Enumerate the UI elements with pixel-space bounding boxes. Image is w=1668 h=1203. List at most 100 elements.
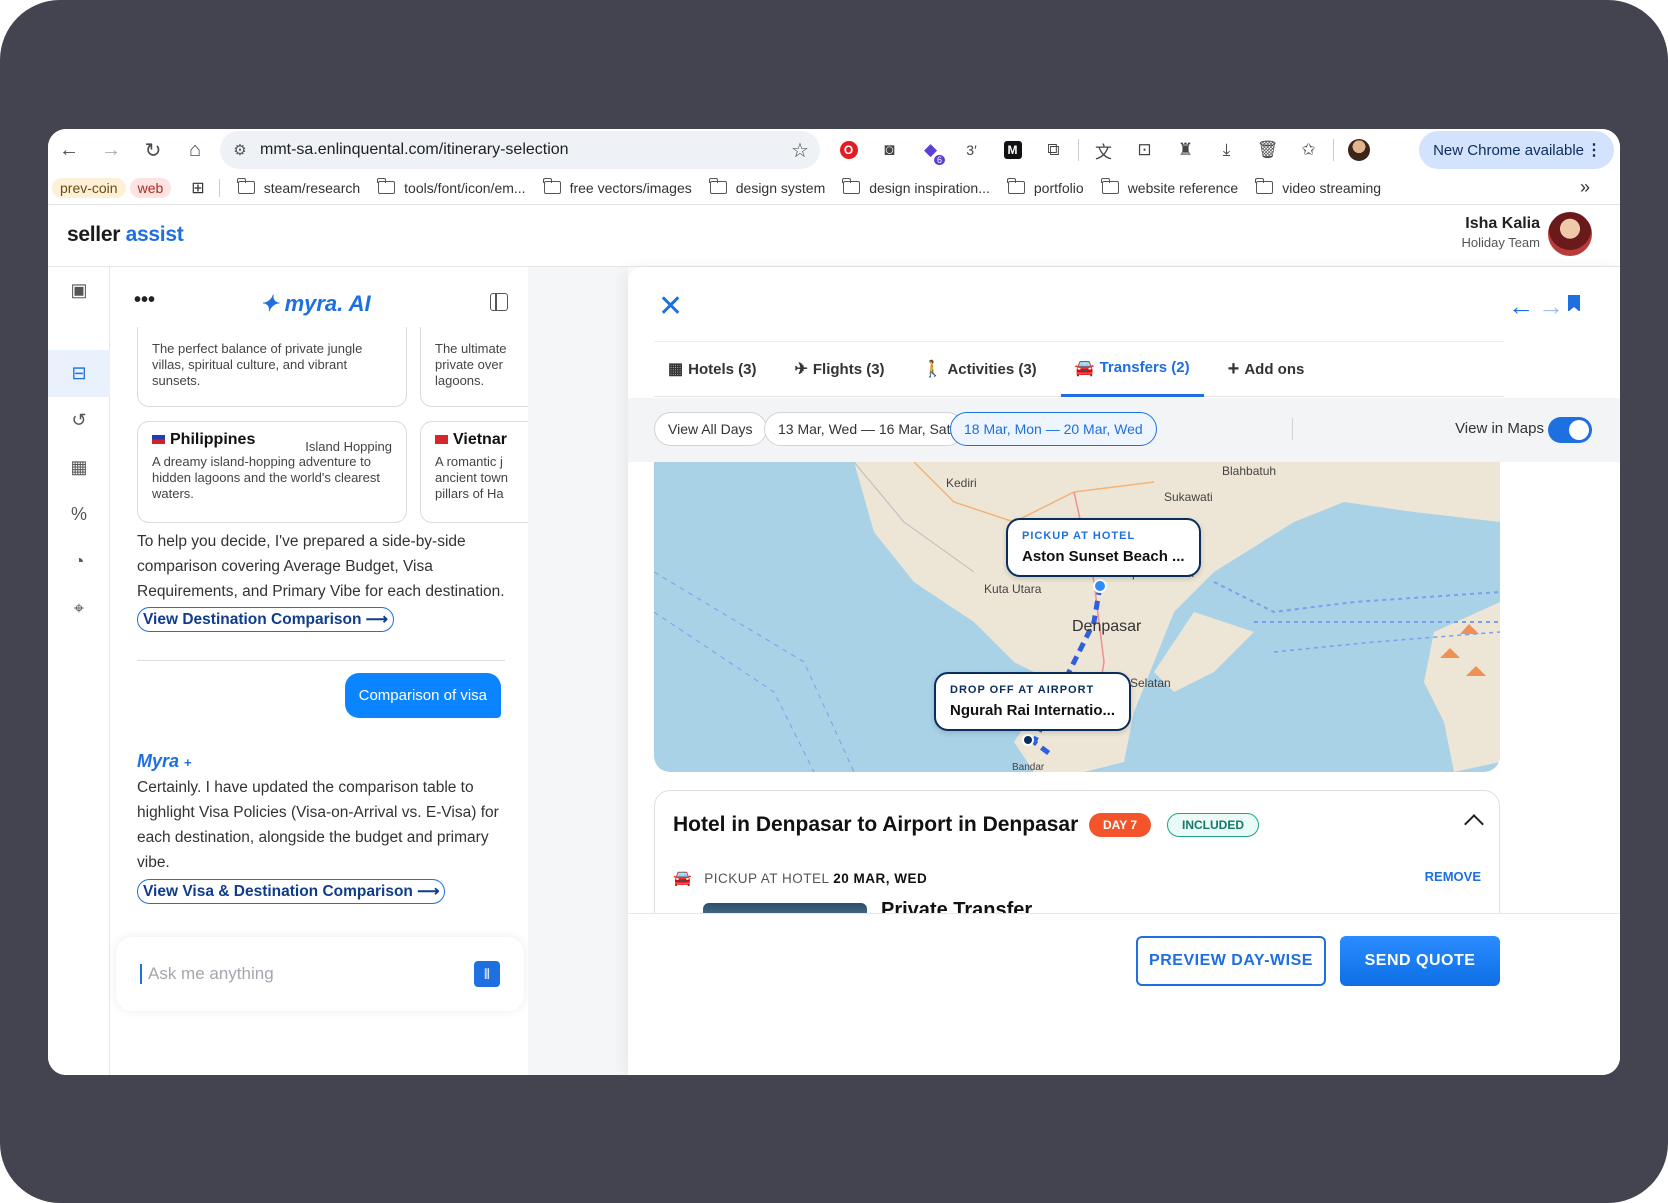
bookmark-label: design inspiration... xyxy=(869,179,990,196)
user-team: Holiday Team xyxy=(1461,235,1540,250)
chevron-up-icon[interactable] xyxy=(1464,814,1484,834)
calendar-nav-icon[interactable]: ▦ xyxy=(48,444,110,491)
profile-avatar-icon[interactable] xyxy=(1338,129,1379,171)
filter-date-range-2[interactable]: 18 Mar, Mon — 20 Mar, Wed xyxy=(950,412,1157,446)
user-info[interactable]: Isha Kalia Holiday Team xyxy=(1461,215,1540,250)
apps-grid-icon[interactable]: ⊞ xyxy=(191,178,204,198)
toolbar-divider xyxy=(1333,139,1334,161)
expand-sidebar-icon[interactable]: ▣ xyxy=(48,267,110,314)
close-icon[interactable]: ✕ xyxy=(658,292,683,322)
dropoff-callout[interactable]: DROP OFF AT AIRPORT Ngurah Rai Internati… xyxy=(934,672,1132,731)
location-nav-icon[interactable]: ⌖ xyxy=(48,585,110,632)
chat-input-box[interactable]: Ask me anything ⦀ xyxy=(116,937,524,1011)
folder-icon xyxy=(1255,178,1274,194)
extensions-row: O ◙ ◆ 6 3′ M ⧉ 文 ⊡ ♜ ⤓ 🗑 ✩ xyxy=(828,129,1379,171)
more-options-icon[interactable]: ••• xyxy=(134,289,155,312)
address-bar[interactable]: ⚙ mmt-sa.enlinquental.com/itinerary-sele… xyxy=(220,131,820,169)
plus-icon: + xyxy=(1227,357,1240,380)
destination-card[interactable]: Philippines Island Hopping A dreamy isla… xyxy=(137,421,407,523)
opera-ext-icon[interactable]: O xyxy=(828,129,869,171)
preview-day-wise-button[interactable]: PREVIEW DAY-WISE xyxy=(1136,936,1326,986)
bookmark-folder[interactable]: tools/font/icon/em... xyxy=(377,178,526,196)
send-quote-button[interactable]: SEND QUOTE xyxy=(1340,936,1500,986)
destination-card[interactable]: Vietnar A romantic j ancient town pillar… xyxy=(420,421,528,523)
next-arrow-icon[interactable]: → xyxy=(1538,293,1564,319)
collapse-panel-icon[interactable] xyxy=(490,293,508,311)
bookmark-chip-web[interactable]: web xyxy=(129,177,172,198)
user-avatar[interactable] xyxy=(1548,212,1592,256)
chat-input[interactable]: Ask me anything xyxy=(140,964,274,984)
download-icon[interactable]: ⤓ xyxy=(1206,129,1247,171)
pickup-callout[interactable]: PICKUP AT HOTEL Aston Sunset Beach ... xyxy=(1006,518,1201,577)
bookmark-label: tools/font/icon/em... xyxy=(404,179,526,196)
favorites-icon[interactable]: ✩ xyxy=(1288,129,1329,171)
destination-card[interactable]: The ultimate private over lagoons. xyxy=(420,327,528,407)
tab-hotels[interactable]: ▦ Hotels (3) xyxy=(654,341,770,397)
filter-all-days[interactable]: View All Days xyxy=(654,412,767,446)
prev-arrow-icon[interactable]: ← xyxy=(1508,293,1534,319)
bookmark-folder[interactable]: portfolio xyxy=(1006,178,1084,196)
timer-nav-icon[interactable]: ◔ xyxy=(48,538,110,585)
tab-flights[interactable]: ✈ Flights (3) xyxy=(780,341,898,397)
route-map[interactable]: Kediri Blahbatuh Sukawati Kuta Utara Den… xyxy=(654,462,1500,772)
bookmark-folder[interactable]: website reference xyxy=(1100,178,1238,196)
view-visa-comparison-link[interactable]: View Visa & Destination Comparison ⟶ xyxy=(137,879,446,904)
remove-button[interactable]: REMOVE xyxy=(1425,869,1481,884)
bookmark-folder[interactable]: design inspiration... xyxy=(842,178,990,196)
kebab-menu-icon[interactable]: ⋮ xyxy=(1586,140,1602,160)
bookmark-label: free vectors/images xyxy=(569,179,692,196)
bookmarks-overflow-icon[interactable]: » xyxy=(1580,177,1590,198)
day-badge: DAY 7 xyxy=(1089,813,1152,837)
puzzle-ext-icon[interactable]: ⧉ xyxy=(1033,129,1074,171)
browser-toolbar: ← → ↻ ⌂ ⚙ mmt-sa.enlinquental.com/itiner… xyxy=(48,129,1620,171)
url-text[interactable]: mmt-sa.enlinquental.com/itinerary-select… xyxy=(260,141,780,159)
tab-add-ons[interactable]: + Add ons xyxy=(1214,341,1319,397)
discount-nav-icon[interactable]: % xyxy=(48,491,110,538)
bookmark-star-icon[interactable]: ☆ xyxy=(780,138,820,163)
background-area xyxy=(528,267,628,1075)
tab-transfers[interactable]: 🚘 Transfers (2) xyxy=(1060,341,1204,397)
translate-icon[interactable]: 文 xyxy=(1083,129,1124,171)
forward-icon[interactable]: → xyxy=(90,129,132,171)
view-in-maps-toggle[interactable] xyxy=(1548,417,1592,443)
map-place-label: Blahbatuh xyxy=(1222,464,1277,478)
destination-card[interactable]: The perfect balance of private jungle vi… xyxy=(137,327,407,407)
bookmark-folder[interactable]: free vectors/images xyxy=(542,178,692,196)
plane-icon: ✈ xyxy=(794,361,808,378)
map-place-label: Kuta Utara xyxy=(984,582,1042,596)
voice-input-icon[interactable]: ⦀ xyxy=(474,961,500,987)
map-place-label: Denpasar xyxy=(1072,618,1142,635)
filter-date-range-1[interactable]: 13 Mar, Wed — 16 Mar, Sat xyxy=(764,412,965,446)
brand-logo[interactable]: seller assist xyxy=(67,223,184,247)
site-settings-icon[interactable]: ⚙ xyxy=(220,141,260,159)
bookmark-chip-prev-coin[interactable]: prev-coin xyxy=(52,177,126,198)
bookmark-folder[interactable]: video streaming xyxy=(1255,178,1381,196)
chat-nav-icon[interactable]: ⊟ xyxy=(48,350,110,397)
update-label: New Chrome available xyxy=(1433,141,1584,159)
view-destination-comparison-link[interactable]: View Destination Comparison ⟶ xyxy=(137,607,395,632)
trash-icon[interactable]: 🗑 xyxy=(1247,129,1288,171)
user-name: Isha Kalia xyxy=(1465,215,1540,232)
back-icon[interactable]: ← xyxy=(48,129,90,171)
camera-ext-icon[interactable]: ◙ xyxy=(869,129,910,171)
tab-activities[interactable]: 🚶 Activities (3) xyxy=(909,341,1051,397)
folder-icon xyxy=(708,178,727,194)
card-description: The ultimate private over lagoons. xyxy=(435,341,507,388)
incognito-icon[interactable]: ♜ xyxy=(1165,129,1206,171)
lens-icon[interactable]: ⊡ xyxy=(1124,129,1165,171)
medium-ext-icon[interactable]: M xyxy=(992,129,1033,171)
reload-icon[interactable]: ↻ xyxy=(132,129,174,171)
bookmark-icon[interactable] xyxy=(1568,295,1580,312)
dropoff-callout-value: Ngurah Rai Internatio... xyxy=(950,702,1116,719)
timer-ext-icon[interactable]: 3′ xyxy=(951,129,992,171)
chat-divider xyxy=(137,660,505,661)
sparkle-icon: + xyxy=(184,755,192,770)
bookmark-folder[interactable]: steam/research xyxy=(236,178,360,196)
assistant-name: Myra + xyxy=(137,751,192,771)
gem-ext-icon[interactable]: ◆ 6 xyxy=(910,129,951,171)
chrome-update-button[interactable]: New Chrome available ⋮ xyxy=(1419,131,1614,169)
assistant-message: To help you decide, I've prepared a side… xyxy=(137,533,505,600)
history-nav-icon[interactable]: ↺ xyxy=(48,397,110,444)
home-icon[interactable]: ⌂ xyxy=(174,129,216,171)
bookmark-folder[interactable]: design system xyxy=(708,178,825,196)
